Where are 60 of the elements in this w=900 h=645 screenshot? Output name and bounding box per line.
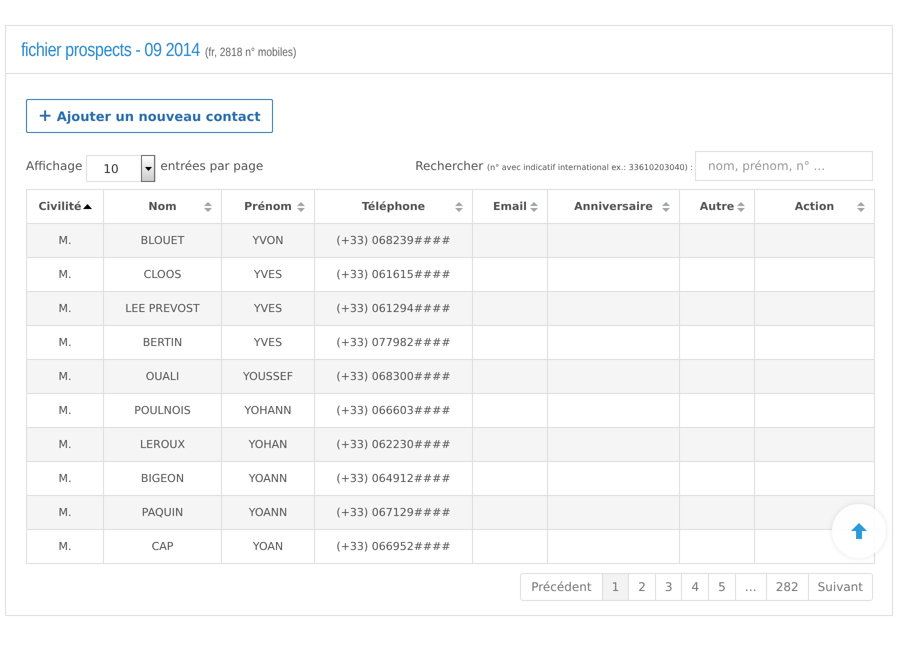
table-cell: YOANN [248, 472, 288, 485]
table-cell: LEE PREVOST [125, 302, 200, 315]
column-header[interactable]: Action [754, 190, 874, 224]
table-cell: M. [58, 370, 72, 383]
table-cell: (+33) 066603#### [336, 404, 451, 417]
add-contact-button[interactable]: + Ajouter un nouveau contact [26, 99, 273, 133]
search-label: Rechercher (n° avec indicatif international ex.: 33610203040) : [415, 159, 693, 173]
table-cell: (+33) 068300#### [336, 370, 451, 383]
table-cell: OUALI [146, 370, 180, 383]
table-cell: M. [58, 302, 72, 315]
table-cell: (+33) 067129#### [336, 506, 451, 519]
table-cell: M. [58, 404, 72, 417]
arrow-up-icon [850, 522, 868, 540]
table-cell: (+33) 068239#### [336, 234, 451, 247]
page-link[interactable]: Suivant [808, 574, 872, 600]
panel-subtitle: (fr, 2818 n° mobiles) [205, 45, 297, 59]
table-cell: M. [58, 472, 72, 485]
table-cell: M. [58, 540, 72, 553]
length-label: entrées par page [160, 159, 264, 173]
table-cell: YOUSSEF [242, 370, 294, 383]
table-cell: M. [58, 268, 72, 281]
column-header[interactable]: Prénom [222, 190, 314, 224]
table-cell: (+33) 066952#### [336, 540, 451, 553]
column-header[interactable]: Autre [680, 190, 754, 224]
page-link[interactable]: 1 [602, 574, 628, 600]
table-cell: YVON [252, 234, 284, 247]
table-cell: LEROUX [140, 438, 185, 451]
table-cell: CLOOS [144, 268, 182, 281]
column-header[interactable]: Anniversaire [548, 190, 680, 224]
table-cell: M. [58, 234, 72, 247]
table-cell: POULNOIS [134, 404, 191, 417]
table-cell: YOHANN [244, 404, 292, 417]
table-cell: YVES [254, 336, 282, 349]
table-cell: BERTIN [142, 336, 182, 349]
table-cell: (+33) 062230#### [336, 438, 451, 451]
table-cell: YOAN [252, 540, 284, 553]
table-cell: YOHAN [248, 438, 288, 451]
panel-title: fichier prospects - 09 2014 [21, 40, 200, 62]
table-cell: YVES [254, 268, 282, 281]
table-cell: (+33) 077982#### [336, 336, 451, 349]
table-cell: M. [58, 438, 72, 451]
search-field[interactable]: nom, prénom, n° ... [695, 151, 873, 181]
table-cell: YOANN [248, 506, 288, 519]
page-length-select[interactable]: 10 [86, 155, 156, 182]
table-cell: (+33) 061294#### [336, 302, 451, 315]
dropdown-icon [144, 166, 152, 170]
table-cell: (+33) 064912#### [336, 472, 451, 485]
table-cell: BLOUET [140, 234, 184, 247]
column-header[interactable]: Civilité [26, 190, 104, 224]
table-cell: M. [58, 336, 72, 349]
table-cell: M. [58, 506, 72, 519]
table-cell: PAQUIN [142, 506, 184, 519]
column-header[interactable]: Téléphone [314, 190, 472, 224]
table-cell: CAP [152, 540, 174, 553]
table-cell: YVES [254, 302, 282, 315]
column-header[interactable]: Nom [104, 190, 222, 224]
length-label: Affichage [26, 159, 82, 173]
table-cell: (+33) 061615#### [336, 268, 451, 281]
table-cell: BIGEON [140, 472, 184, 485]
column-header[interactable]: Email [472, 190, 548, 224]
